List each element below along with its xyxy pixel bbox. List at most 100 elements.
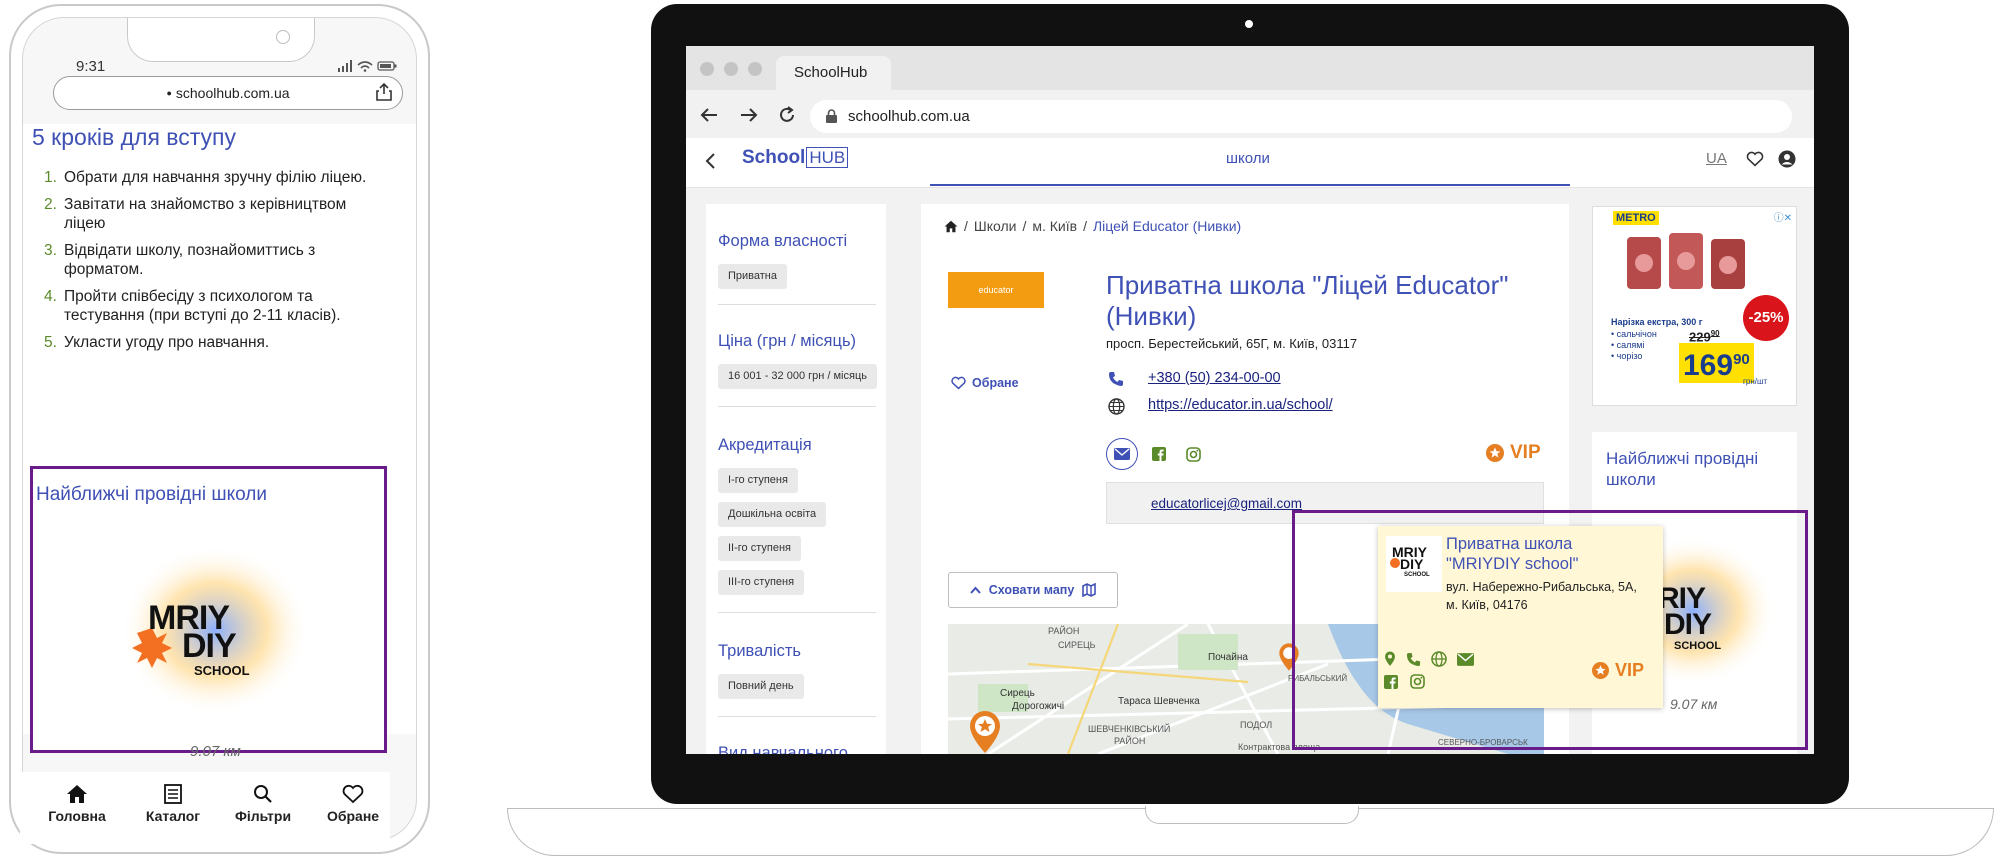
ad-brand: METRO — [1613, 211, 1659, 225]
facebook-icon[interactable] — [1148, 439, 1170, 469]
step-text: Відвідати школу, познайомиттись з формат… — [64, 242, 316, 278]
back-arrow-icon[interactable] — [700, 107, 718, 123]
ad-item: • чорізо — [1611, 351, 1643, 361]
ad-old-price-cents: 90 — [1710, 329, 1720, 338]
phone-address-bar[interactable]: ● schoolhub.com.ua — [53, 76, 403, 110]
nearby-schools-title: Найближчі провідні школи — [36, 484, 267, 505]
filter-chip[interactable]: II-го ступеня — [718, 536, 801, 561]
steps-heading: 5 кроків для вступу — [32, 124, 237, 150]
url-text: schoolhub.com.ua — [848, 108, 970, 125]
logo-text: SCHOOL — [194, 663, 250, 678]
phone-camera — [276, 30, 290, 44]
star-badge-icon — [1486, 444, 1504, 462]
divider — [718, 304, 876, 305]
filter-chip[interactable]: I-го ступеня — [718, 468, 798, 493]
reload-icon[interactable] — [778, 106, 796, 124]
ad-item: • сальчічон — [1611, 329, 1657, 339]
url-bar[interactable]: schoolhub.com.ua — [810, 100, 1792, 133]
filter-title: Ціна (грн / місяць) — [718, 332, 857, 350]
ad-choices-icon[interactable]: ⓘ✕ — [1774, 209, 1792, 224]
map-label: СИРЕЦЬ — [1058, 640, 1096, 650]
home-icon[interactable] — [944, 220, 958, 233]
back-chevron-icon[interactable] — [704, 152, 716, 170]
filter-chip[interactable]: Приватна — [718, 264, 787, 289]
filter-chip[interactable]: III-го ступеня — [718, 570, 805, 595]
nav-label: Каталог — [145, 808, 201, 824]
phone-link[interactable]: +380 (50) 234-00-00 — [1148, 370, 1281, 386]
filter-chip[interactable]: Повний день — [718, 674, 804, 699]
list-item: 5. Укласти угоду про навчання. — [44, 333, 384, 352]
breadcrumb-current: Ліцей Educator (Нивки) — [1092, 218, 1242, 234]
filter-title: Форма власності — [718, 232, 848, 250]
step-text: Пройти співбесіду з психологом та тестув… — [64, 288, 341, 324]
filters-panel: Форма власності Приватна Ціна (грн / міс… — [706, 204, 886, 754]
status-time: 9:31 — [76, 58, 106, 75]
email-button[interactable] — [1106, 438, 1138, 470]
window-close-button[interactable] — [700, 62, 714, 76]
instagram-icon[interactable] — [1182, 439, 1204, 469]
map-label: РАЙОН — [1048, 626, 1080, 636]
educator-logo-text: educator — [978, 285, 1014, 295]
educator-logo: educator — [948, 272, 1044, 308]
filter-chip[interactable]: 16 001 - 32 000 грн / місяць — [718, 364, 877, 389]
step-number: 2. — [44, 196, 57, 213]
window-maximize-button[interactable] — [748, 62, 762, 76]
hide-map-button[interactable]: Сховати мапу — [948, 572, 1118, 608]
filter-chip[interactable]: Дошкільна освіта — [718, 502, 827, 527]
tab-schoolhub[interactable]: SchoolHub — [776, 56, 891, 90]
mail-icon — [1114, 448, 1130, 460]
step-text: Обрати для навчання зручну філію ліцею. — [64, 169, 367, 186]
divider — [718, 406, 876, 407]
list-item: 3. Відвідати школу, познайомиттись з форм… — [44, 241, 384, 279]
nav-label: Обране — [326, 808, 380, 824]
breadcrumb-link[interactable]: м. Київ — [1032, 218, 1077, 234]
nav-schools-link[interactable]: школи — [1226, 150, 1270, 167]
map-label: ШЕВЧЕНКІВСЬКИЙ — [1088, 724, 1171, 734]
nav-favorites[interactable]: Обране — [308, 784, 398, 824]
breadcrumb-link[interactable]: Школи — [974, 218, 1017, 234]
home-icon — [67, 785, 87, 803]
step-number: 4. — [44, 288, 57, 305]
nav-home[interactable]: Головна — [32, 784, 122, 824]
advertisement-banner[interactable]: ⓘ✕ METRO -25% Нарізка екстра, 300 г • са… — [1592, 206, 1797, 406]
globe-icon — [1108, 398, 1125, 415]
laptop-hinge — [1145, 806, 1359, 824]
ad-product-name: Нарізка екстра, 300 г — [1611, 317, 1703, 327]
mriydiy-logo[interactable]: MRIY DIY SCHOOL — [120, 545, 310, 715]
logo-hub-text: HUB — [806, 147, 849, 168]
nav-catalog[interactable]: Каталог — [128, 784, 218, 824]
logo-school-text: School — [742, 147, 806, 168]
forward-arrow-icon[interactable] — [740, 107, 758, 123]
phone-url-text: schoolhub.com.ua — [175, 85, 290, 101]
ad-price-cents: 90 — [1733, 351, 1750, 368]
step-number: 1. — [44, 169, 57, 186]
bottom-nav: Головна Каталог Фільтри Обране — [20, 772, 390, 844]
favorites-heart-icon[interactable] — [1746, 151, 1764, 167]
heart-icon — [951, 376, 966, 390]
map-label: ПОДОЛ — [1240, 720, 1273, 730]
divider — [718, 612, 876, 613]
school-address: просп. Берестейський, 65Г, м. Київ, 0311… — [1106, 336, 1358, 351]
phone-notch — [127, 18, 315, 62]
map-pin[interactable] — [968, 710, 1002, 754]
nav-filters[interactable]: Фільтри — [218, 784, 308, 824]
share-icon[interactable] — [376, 83, 392, 101]
ad-product-image — [1623, 229, 1753, 299]
account-icon[interactable] — [1778, 150, 1796, 168]
language-switch[interactable]: UA — [1706, 150, 1727, 167]
chevron-up-icon — [969, 586, 981, 594]
nearby-schools-title: Найближчі провідні школи — [1606, 449, 1759, 489]
nav-label: Фільтри — [234, 808, 292, 824]
map-label: Сирець — [1000, 688, 1035, 699]
schoolhub-logo[interactable]: School HUB — [742, 147, 849, 169]
list-item: 2. Завітати на знайомство з керівництвом … — [44, 195, 384, 233]
website-link[interactable]: https://educator.in.ua/school/ — [1148, 397, 1333, 413]
vip-label: VIP — [1510, 442, 1541, 463]
filter-title: Акредитація — [718, 436, 812, 454]
phone-icon — [1108, 371, 1124, 387]
breadcrumb: / Школи / м. Київ / Ліцей Educator (Нивки) — [944, 218, 1241, 234]
signal-wifi-battery-icon — [338, 60, 398, 72]
favorite-button[interactable]: Обране — [951, 376, 1019, 390]
window-minimize-button[interactable] — [724, 62, 738, 76]
step-text: Укласти угоду про навчання. — [64, 334, 270, 351]
